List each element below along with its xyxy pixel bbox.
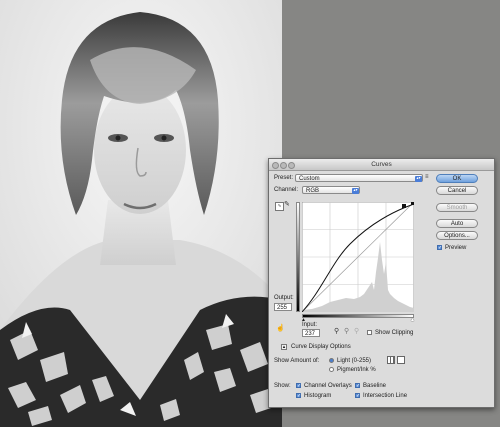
- curve-display-options-label: Curve Display Options: [291, 344, 351, 350]
- channel-dropdown[interactable]: RGB ▴▾: [302, 186, 360, 194]
- gray-eyedropper-icon[interactable]: ⚲: [344, 328, 349, 336]
- pigment-label: Pigment/Ink %: [337, 367, 376, 373]
- auto-button[interactable]: Auto: [436, 219, 478, 228]
- channel-overlays-checkbox[interactable]: ✓: [296, 383, 301, 389]
- cancel-button[interactable]: Cancel: [436, 186, 478, 195]
- preset-options-icon[interactable]: ≡: [425, 173, 429, 181]
- preview-checkbox[interactable]: ✓: [437, 245, 442, 251]
- pencil-icon[interactable]: ✎: [284, 201, 290, 209]
- curve-graph[interactable]: [302, 202, 414, 312]
- pigment-radio[interactable]: [329, 367, 334, 372]
- simple-grid-icon[interactable]: [397, 356, 405, 364]
- minimize-window-icon[interactable]: [280, 162, 287, 169]
- detailed-grid-icon[interactable]: [387, 356, 395, 364]
- intersection-line-checkbox[interactable]: ✓: [355, 393, 360, 399]
- channel-value: RGB: [306, 188, 320, 194]
- preset-dropdown[interactable]: Custom ▴▾: [295, 174, 423, 182]
- dropdown-arrows-icon: ▴▾: [415, 175, 422, 182]
- white-point-slider-icon[interactable]: ▲: [410, 317, 415, 323]
- preview-label: Preview: [445, 245, 467, 251]
- portrait-photo: [0, 0, 282, 427]
- show-label: Show:: [274, 383, 291, 389]
- on-image-adjust-icon[interactable]: ☝: [276, 325, 285, 333]
- curve-endpoint: [411, 202, 414, 205]
- smooth-button[interactable]: Smooth: [436, 203, 478, 212]
- black-eyedropper-icon[interactable]: ⚲: [334, 328, 339, 336]
- baseline-label: Baseline: [363, 383, 387, 389]
- intersection-line-label: Intersection Line: [363, 393, 408, 399]
- options-button[interactable]: Options...: [436, 231, 478, 240]
- input-gradient-bar: [302, 314, 414, 318]
- preset-value: Custom: [299, 176, 320, 182]
- light-label: Light (0-255): [337, 358, 372, 364]
- input-field[interactable]: 237: [302, 329, 320, 337]
- channel-overlays-label: Channel Overlays: [304, 383, 352, 389]
- output-gradient-bar: [296, 202, 300, 312]
- light-radio[interactable]: [329, 358, 334, 363]
- output-label: Output:: [274, 295, 294, 301]
- curve-point-icon[interactable]: ∿: [275, 202, 284, 211]
- show-clipping-checkbox[interactable]: [367, 330, 372, 335]
- preset-label: Preset:: [274, 175, 294, 181]
- input-label: Input:: [302, 322, 318, 328]
- output-field[interactable]: 255: [274, 303, 292, 311]
- curves-dialog: Curves Preset: Custom ▴▾ ≡ Channel: RGB …: [268, 158, 495, 408]
- show-clipping-label: Show Clipping: [375, 330, 414, 336]
- histogram-checkbox[interactable]: ✓: [296, 393, 301, 399]
- ok-button[interactable]: OK: [436, 174, 478, 183]
- show-amount-label: Show Amount of:: [274, 358, 320, 364]
- histogram-label: Histogram: [304, 393, 332, 399]
- dialog-title: Curves: [371, 161, 392, 168]
- zoom-window-icon[interactable]: [288, 162, 295, 169]
- baseline-checkbox[interactable]: ✓: [355, 383, 360, 389]
- close-window-icon[interactable]: [272, 162, 279, 169]
- white-eyedropper-icon[interactable]: ⚲: [354, 328, 359, 336]
- dropdown-arrows-icon: ▴▾: [352, 187, 359, 194]
- disclosure-icon[interactable]: ▴: [281, 344, 287, 350]
- channel-label: Channel:: [274, 187, 299, 193]
- dialog-titlebar[interactable]: Curves: [269, 159, 494, 171]
- curve-control-point: [402, 204, 406, 208]
